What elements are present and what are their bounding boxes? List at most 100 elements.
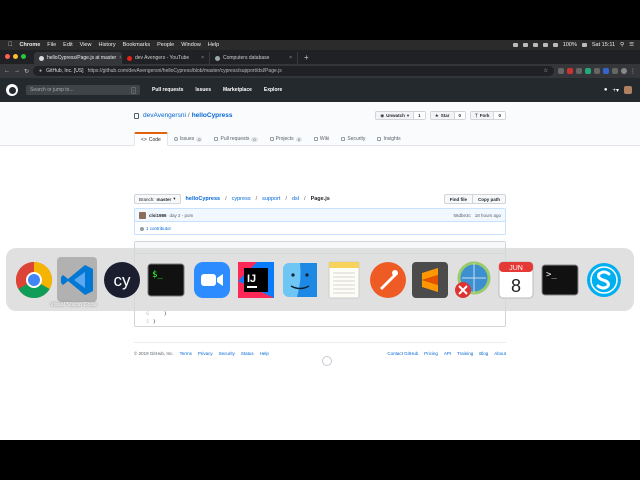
dock-terminal[interactable]: >_ [540,260,580,300]
extension-icon[interactable] [594,67,600,74]
footer-terms[interactable]: Terms [180,351,192,356]
nav-explore[interactable]: Explore [264,87,282,93]
tab-projects[interactable]: Projects 0 [264,132,308,146]
fork-button[interactable]: ᛉ Fork 0 [470,111,506,120]
menu-history[interactable]: History [98,42,115,48]
repo-name-link[interactable]: helloCypress [192,112,233,119]
clock[interactable]: Sat 15:11 [592,42,615,48]
github-logo-icon[interactable] [6,84,18,96]
contributors-count[interactable]: 1 contributor [146,226,171,231]
tab-security[interactable]: Security [335,132,371,146]
forward-icon[interactable]: → [14,68,20,74]
dock-textedit[interactable] [324,260,364,300]
new-tab-button[interactable]: + [298,52,315,64]
footer-privacy[interactable]: Privacy [198,351,213,356]
github-footer-logo-icon[interactable] [322,356,332,366]
extension-icon[interactable] [558,67,564,74]
bell-icon[interactable]: ● [604,87,608,93]
github-search-input[interactable]: Search or jump to... / [26,85,140,95]
tab-wiki[interactable]: Wiki [308,132,335,146]
commit-message[interactable]: day 2 - pom [170,213,194,218]
footer-security[interactable]: Security [219,351,235,356]
footer-about[interactable]: About [494,351,506,356]
watchers-count[interactable]: 1 [413,112,425,119]
nav-marketplace[interactable]: Marketplace [223,87,252,93]
create-new-dropdown[interactable]: +▾ [612,87,619,94]
notification-center-icon[interactable]: ☰ [629,42,634,48]
dock-calendar[interactable]: JUN 8 [496,260,536,300]
status-icon[interactable] [522,43,528,47]
menu-people[interactable]: People [157,42,174,48]
tab-insights[interactable]: Insights [371,132,406,146]
extension-icon[interactable] [567,67,573,74]
line-number[interactable]: 5 [135,320,153,325]
dock-skype[interactable] [584,260,624,300]
browser-tab-youtube[interactable]: dev Avengers - YouTube × [122,52,210,64]
breadcrumb-dsl[interactable]: dsl [292,196,299,202]
browser-tab-computers[interactable]: Computers database × [210,52,298,64]
tab-issues[interactable]: Issues 0 [168,132,209,146]
stars-count[interactable]: 0 [453,112,466,119]
nav-issues[interactable]: Issues [195,87,211,93]
dock-network-app[interactable] [452,260,492,300]
dock-iterm[interactable]: $_ [146,260,186,300]
maximize-window-icon[interactable] [21,54,26,59]
menu-file[interactable]: File [47,42,56,48]
breadcrumb-repo[interactable]: helloCypress [186,196,221,202]
back-icon[interactable]: ← [4,68,10,74]
close-window-icon[interactable] [5,54,10,59]
footer-api[interactable]: API [444,351,451,356]
spotlight-icon[interactable]: ⚲ [620,42,624,48]
footer-help[interactable]: Help [260,351,269,356]
extension-icon[interactable] [585,67,591,74]
commit-author[interactable]: clsi1986 [149,213,167,218]
star-button[interactable]: ★ Star 0 [429,111,467,120]
menu-view[interactable]: View [80,42,92,48]
browser-tab-github[interactable]: helloCypress/Page.js at master × [34,52,122,64]
reload-icon[interactable]: ↻ [24,68,29,75]
ev-cert-badge[interactable]: GitHub, Inc. [US] [46,68,84,74]
copy-path-button[interactable]: Copy path [473,194,506,204]
close-tab-icon[interactable]: × [201,55,204,61]
dock-vscode[interactable] [57,257,97,302]
minimize-window-icon[interactable] [13,54,18,59]
menu-bookmarks[interactable]: Bookmarks [123,42,151,48]
menu-window[interactable]: Window [181,42,201,48]
commit-hash[interactable]: 56dbe3c [453,213,470,218]
address-bar[interactable]: ● GitHub, Inc. [US] https://github.com/d… [33,66,554,76]
menu-help[interactable]: Help [208,42,219,48]
dock-postman[interactable] [368,260,408,300]
user-avatar[interactable] [624,86,632,94]
footer-training[interactable]: Training [457,351,473,356]
footer-blog[interactable]: Blog [479,351,488,356]
dock-sublime[interactable] [410,260,450,300]
footer-pricing[interactable]: Pricing [424,351,438,356]
footer-status[interactable]: Status [241,351,254,356]
status-icon[interactable] [532,43,538,47]
dock-cypress[interactable]: cy [102,260,142,300]
battery-percent[interactable]: 100% [563,42,577,48]
apple-icon[interactable]:  [8,42,13,48]
find-file-button[interactable]: Find file [443,194,473,204]
contributors-row[interactable]: 1 contributor [135,222,505,235]
dock-intellij[interactable]: IJ [236,260,276,300]
extension-icon[interactable] [603,67,609,74]
profile-avatar-icon[interactable] [621,67,627,74]
wifi-icon[interactable] [552,43,558,47]
forks-count[interactable]: 0 [493,112,505,119]
menu-kebab-icon[interactable]: ⋮ [630,68,636,75]
branch-selector[interactable]: Branch: master ▾ [134,194,181,204]
extension-icon[interactable] [576,67,582,74]
status-icon[interactable] [512,43,518,47]
tab-pull-requests[interactable]: Pull requests 0 [208,132,263,146]
breadcrumb-cypress[interactable]: cypress [232,196,251,202]
dock-finder[interactable] [280,260,320,300]
bookmark-star-icon[interactable]: ☆ [544,68,548,74]
repo-owner-link[interactable]: devAvengersni [143,112,186,119]
extension-icon[interactable] [612,67,618,74]
dock-zoom[interactable] [192,260,232,300]
battery-icon[interactable] [581,43,587,47]
close-tab-icon[interactable]: × [289,55,292,61]
breadcrumb-support[interactable]: support [262,196,280,202]
menu-edit[interactable]: Edit [63,42,72,48]
